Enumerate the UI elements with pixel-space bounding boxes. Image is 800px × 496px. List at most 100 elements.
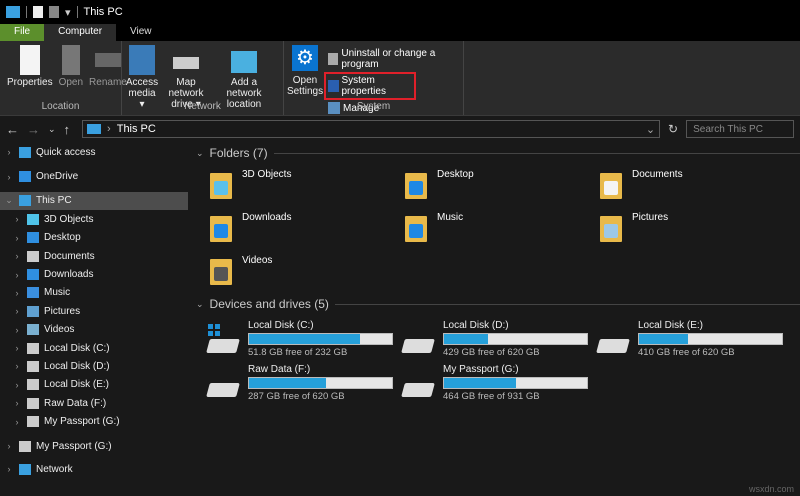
uninstall-program-button[interactable]: Uninstall or change a program	[326, 47, 459, 71]
expand-chevron-icon[interactable]: ›	[12, 361, 22, 371]
collapse-icon: ⌄	[196, 147, 204, 158]
drive-my-passport-g[interactable]: My Passport (G:) 464 GB free of 931 GB	[401, 364, 596, 402]
address-input[interactable]: › This PC ⌄	[82, 120, 661, 138]
group-label: System	[356, 101, 391, 112]
folder-videos[interactable]: Videos	[210, 253, 405, 286]
onedrive-icon	[19, 171, 31, 183]
properties-quick-icon[interactable]	[33, 6, 43, 18]
drives-section-header[interactable]: ⌄ Devices and drives (5)	[196, 294, 800, 314]
folder-icon	[600, 210, 626, 243]
expand-chevron-icon[interactable]: ›	[12, 214, 22, 224]
sidebar-item-music[interactable]: › Music	[0, 284, 188, 302]
my-passport-g-icon	[19, 440, 31, 452]
hard-drive-icon	[401, 364, 437, 400]
sidebar-item-local-disk-d[interactable]: › Local Disk (D:)	[0, 357, 188, 375]
folder-desktop[interactable]: Desktop	[405, 167, 600, 200]
local-disk-d-icon	[27, 360, 39, 372]
expand-chevron-icon[interactable]: ›	[4, 172, 14, 182]
sidebar-item-downloads[interactable]: › Downloads	[0, 265, 188, 283]
drive-usage-fill	[444, 378, 516, 388]
window-title: This PC	[83, 6, 123, 18]
breadcrumb-this-pc[interactable]: This PC	[117, 123, 156, 135]
sidebar-item-onedrive[interactable]: › OneDrive	[0, 167, 188, 185]
sidebar-item-documents[interactable]: › Documents	[0, 247, 188, 265]
tab-computer[interactable]: Computer	[44, 24, 117, 41]
folder-pictures[interactable]: Pictures	[600, 210, 795, 243]
group-location: Properties Open Rename Location	[0, 41, 127, 115]
downloads-icon	[27, 269, 39, 281]
folder-3d-objects[interactable]: 3D Objects	[210, 167, 405, 200]
back-button[interactable]: ←	[6, 122, 19, 137]
hard-drive-icon	[206, 320, 242, 356]
drive-usage-fill	[444, 334, 489, 344]
computer-icon	[6, 6, 20, 18]
sidebar-item-local-disk-e[interactable]: › Local Disk (E:)	[0, 376, 188, 394]
uninstall-icon	[328, 53, 339, 65]
expand-chevron-icon[interactable]: ›	[4, 147, 14, 157]
drive-usage-fill	[249, 378, 326, 388]
folder-documents[interactable]: Documents	[600, 167, 795, 200]
expanded-chevron-icon[interactable]: ⌄	[4, 195, 14, 206]
folder-icon	[600, 167, 626, 200]
drive-local-disk-c[interactable]: Local Disk (C:) 51.8 GB free of 232 GB	[206, 320, 401, 358]
network-drive-icon	[173, 57, 199, 69]
sidebar-item-desktop[interactable]: › Desktop	[0, 229, 188, 247]
sidebar-item-videos[interactable]: › Videos	[0, 321, 188, 339]
expand-chevron-icon[interactable]: ›	[12, 270, 22, 280]
drive-usage-bar	[443, 377, 588, 389]
sidebar-item-network[interactable]: › Network	[0, 460, 188, 478]
quick-access-dropdown-icon[interactable]: ▾	[65, 6, 71, 19]
drive-local-disk-e[interactable]: Local Disk (E:) 410 GB free of 620 GB	[596, 320, 791, 358]
refresh-button[interactable]: ↻	[668, 122, 678, 136]
up-button[interactable]: ↑	[64, 122, 71, 137]
address-dropdown-icon[interactable]: ⌄	[646, 123, 659, 136]
quick-access-icon	[19, 146, 31, 158]
sidebar-item-my-passport-g[interactable]: › My Passport (G:)	[0, 437, 188, 455]
expand-chevron-icon[interactable]: ›	[12, 417, 22, 427]
expand-chevron-icon[interactable]: ›	[12, 380, 22, 390]
folders-section-header[interactable]: ⌄ Folders (7)	[196, 143, 800, 163]
folder-music[interactable]: Music	[405, 210, 600, 243]
sidebar-item-this-pc[interactable]: ⌄ This PC	[0, 191, 188, 211]
tab-file[interactable]: File	[0, 24, 45, 41]
sidebar-item-my-passport-g[interactable]: › My Passport (G:)	[0, 412, 188, 430]
drive-raw-data-f[interactable]: Raw Data (F:) 287 GB free of 620 GB	[206, 364, 401, 402]
videos-icon	[27, 324, 39, 336]
expand-chevron-icon[interactable]: ›	[12, 288, 22, 298]
gear-icon: ⚙	[292, 45, 318, 71]
expand-chevron-icon[interactable]: ›	[4, 441, 14, 451]
expand-chevron-icon[interactable]: ›	[12, 306, 22, 316]
recent-locations-dropdown[interactable]: ⌄	[48, 124, 56, 135]
drive-usage-bar	[443, 333, 588, 345]
breadcrumb-chevron[interactable]: ›	[107, 123, 111, 135]
rename-icon	[94, 53, 121, 67]
expand-chevron-icon[interactable]: ›	[12, 325, 22, 335]
sidebar-item-3d-objects[interactable]: › 3D Objects	[0, 210, 188, 228]
sidebar-item-pictures[interactable]: › Pictures	[0, 302, 188, 320]
forward-button[interactable]: →	[27, 122, 40, 137]
sidebar-item-local-disk-c[interactable]: › Local Disk (C:)	[0, 339, 188, 357]
drive-local-disk-d[interactable]: Local Disk (D:) 429 GB free of 620 GB	[401, 320, 596, 358]
ribbon-tabs: File Computer View	[0, 24, 800, 41]
search-input[interactable]: Search This PC	[686, 120, 794, 138]
system-properties-button[interactable]: System properties	[324, 72, 416, 100]
music-icon	[27, 287, 39, 299]
expand-chevron-icon[interactable]: ›	[12, 233, 22, 243]
new-folder-quick-icon[interactable]	[49, 6, 59, 18]
computer-icon	[87, 124, 102, 134]
sidebar-item-raw-data-f[interactable]: › Raw Data (F:)	[0, 394, 188, 412]
expand-chevron-icon[interactable]: ›	[12, 251, 22, 261]
tab-view[interactable]: View	[116, 24, 166, 41]
hard-drive-icon	[401, 320, 437, 356]
expand-chevron-icon[interactable]: ›	[12, 343, 22, 353]
folder-downloads[interactable]: Downloads	[210, 210, 405, 243]
drive-usage-bar	[248, 377, 393, 389]
pictures-icon	[27, 305, 39, 317]
windows-logo-icon	[208, 324, 220, 336]
title-bar: ▾ This PC	[0, 0, 800, 24]
expand-chevron-icon[interactable]: ›	[12, 398, 22, 408]
expand-chevron-icon[interactable]: ›	[4, 464, 14, 474]
sidebar-item-quick-access[interactable]: › Quick access	[0, 143, 188, 161]
network-icon	[19, 463, 31, 475]
address-bar-row: ← → ⌄ ↑ › This PC ⌄ ↻ Search This PC	[0, 118, 800, 140]
